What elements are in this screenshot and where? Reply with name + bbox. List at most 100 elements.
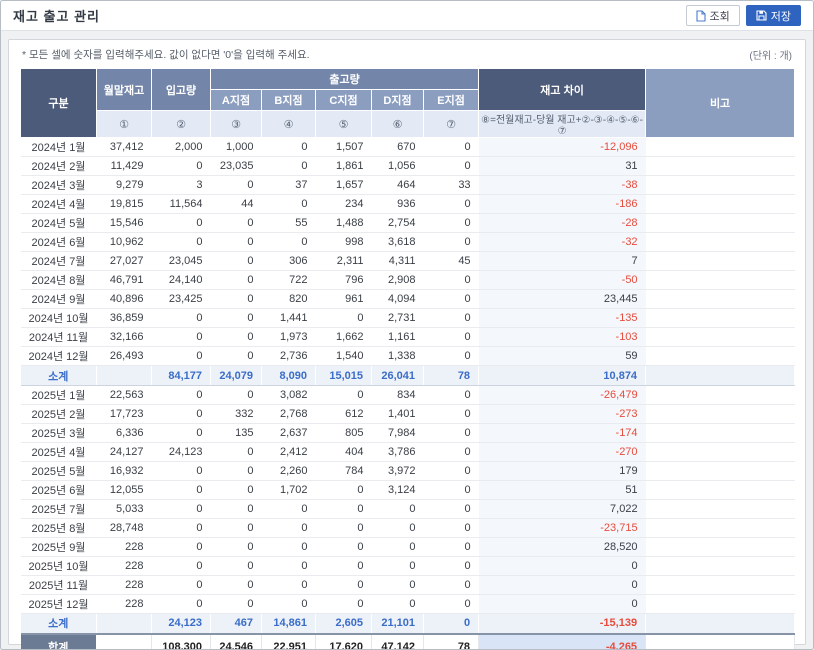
value-cell[interactable]: 0 [211,462,262,481]
value-cell[interactable]: 0 [424,538,479,557]
value-cell[interactable]: 2,311 [316,252,372,271]
value-cell[interactable]: 612 [316,405,372,424]
note-cell[interactable] [646,576,795,595]
value-cell[interactable]: 0 [424,576,479,595]
value-cell[interactable]: 22,563 [97,386,152,405]
value-cell[interactable]: 1,662 [316,328,372,347]
value-cell[interactable]: 32,166 [97,328,152,347]
value-cell[interactable]: 7,984 [372,424,424,443]
value-cell[interactable]: 0 [211,519,262,538]
value-cell[interactable]: 37 [262,176,316,195]
value-cell[interactable]: 0 [211,176,262,195]
value-cell[interactable]: 784 [316,462,372,481]
value-cell[interactable]: 228 [97,557,152,576]
value-cell[interactable]: 24,123 [152,443,211,462]
value-cell[interactable]: 0 [211,386,262,405]
value-cell[interactable]: 37,412 [97,138,152,157]
query-button[interactable]: 조회 [686,5,740,26]
value-cell[interactable]: 998 [316,233,372,252]
value-cell[interactable]: 0 [262,233,316,252]
value-cell[interactable]: 16,932 [97,462,152,481]
value-cell[interactable]: 33 [424,176,479,195]
value-cell[interactable]: 28,748 [97,519,152,538]
value-cell[interactable]: 0 [424,481,479,500]
value-cell[interactable]: 0 [424,328,479,347]
value-cell[interactable]: 0 [424,557,479,576]
value-cell[interactable]: 0 [372,519,424,538]
value-cell[interactable]: 404 [316,443,372,462]
value-cell[interactable]: 0 [316,557,372,576]
note-cell[interactable] [646,195,795,214]
note-cell[interactable] [646,347,795,366]
value-cell[interactable]: 1,401 [372,405,424,424]
value-cell[interactable]: 234 [316,195,372,214]
value-cell[interactable]: 19,815 [97,195,152,214]
value-cell[interactable]: 1,507 [316,138,372,157]
value-cell[interactable]: 0 [152,519,211,538]
value-cell[interactable]: 228 [97,595,152,614]
value-cell[interactable]: 0 [211,290,262,309]
value-cell[interactable]: 24,127 [97,443,152,462]
value-cell[interactable]: 0 [152,214,211,233]
value-cell[interactable]: 0 [262,557,316,576]
value-cell[interactable]: 0 [424,195,479,214]
value-cell[interactable]: 0 [316,481,372,500]
value-cell[interactable]: 0 [372,538,424,557]
value-cell[interactable]: 0 [316,386,372,405]
value-cell[interactable]: 0 [152,386,211,405]
value-cell[interactable]: 3,124 [372,481,424,500]
value-cell[interactable]: 3,972 [372,462,424,481]
value-cell[interactable]: 0 [424,309,479,328]
value-cell[interactable]: 12,055 [97,481,152,500]
value-cell[interactable]: 0 [211,481,262,500]
note-cell[interactable] [646,500,795,519]
note-cell[interactable] [646,157,795,176]
value-cell[interactable]: 1,000 [211,138,262,157]
value-cell[interactable]: 0 [152,309,211,328]
value-cell[interactable]: 0 [152,424,211,443]
value-cell[interactable]: 0 [211,271,262,290]
value-cell[interactable]: 0 [152,576,211,595]
value-cell[interactable]: 0 [152,481,211,500]
note-cell[interactable] [646,595,795,614]
value-cell[interactable]: 0 [211,328,262,347]
value-cell[interactable]: 0 [424,138,479,157]
value-cell[interactable]: 306 [262,252,316,271]
note-cell[interactable] [646,481,795,500]
value-cell[interactable]: 0 [262,500,316,519]
value-cell[interactable]: 2,768 [262,405,316,424]
value-cell[interactable]: 0 [424,462,479,481]
value-cell[interactable]: 0 [262,538,316,557]
value-cell[interactable]: 834 [372,386,424,405]
value-cell[interactable]: 722 [262,271,316,290]
note-cell[interactable] [646,443,795,462]
value-cell[interactable]: 24,140 [152,271,211,290]
value-cell[interactable]: 0 [316,500,372,519]
note-cell[interactable] [646,309,795,328]
value-cell[interactable]: 0 [424,214,479,233]
value-cell[interactable]: 0 [211,233,262,252]
value-cell[interactable]: 936 [372,195,424,214]
value-cell[interactable]: 23,425 [152,290,211,309]
value-cell[interactable]: 670 [372,138,424,157]
value-cell[interactable]: 3,082 [262,386,316,405]
value-cell[interactable]: 15,546 [97,214,152,233]
value-cell[interactable]: 10,962 [97,233,152,252]
value-cell[interactable]: 1,338 [372,347,424,366]
value-cell[interactable]: 0 [424,519,479,538]
value-cell[interactable]: 0 [262,576,316,595]
value-cell[interactable]: 1,657 [316,176,372,195]
value-cell[interactable]: 0 [262,157,316,176]
value-cell[interactable]: 0 [424,424,479,443]
note-cell[interactable] [646,290,795,309]
value-cell[interactable]: 0 [211,443,262,462]
value-cell[interactable]: 2,731 [372,309,424,328]
value-cell[interactable]: 820 [262,290,316,309]
value-cell[interactable]: 55 [262,214,316,233]
value-cell[interactable]: 1,973 [262,328,316,347]
value-cell[interactable]: 5,033 [97,500,152,519]
value-cell[interactable]: 0 [316,309,372,328]
value-cell[interactable]: 0 [211,500,262,519]
value-cell[interactable]: 0 [211,557,262,576]
value-cell[interactable]: 2,637 [262,424,316,443]
